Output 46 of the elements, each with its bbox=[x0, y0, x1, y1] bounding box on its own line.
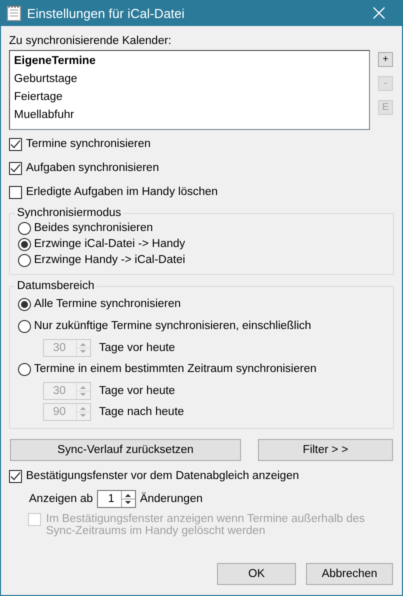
close-icon bbox=[373, 7, 385, 19]
checkbox-label: Aufgaben synchronisieren bbox=[26, 161, 159, 175]
calendar-item[interactable]: Feiertage bbox=[14, 88, 365, 106]
checkbox-label: Termine synchronisieren bbox=[26, 137, 151, 151]
filter-button[interactable]: Filter > > bbox=[258, 439, 393, 461]
list-button[interactable]: + bbox=[378, 52, 393, 67]
checkbox-label: Erledigte Aufgaben im Handy löschen bbox=[26, 185, 218, 199]
checkmark-icon bbox=[10, 162, 21, 174]
checkbox-label: Bestätigungsfenster vor dem Datenabgleich anzeigen bbox=[26, 469, 299, 483]
radio-button[interactable] bbox=[18, 222, 31, 234]
group-title: Datumsbereich bbox=[16, 279, 96, 293]
calendar-item[interactable]: Geburtstage bbox=[14, 70, 365, 88]
ok-button[interactable]: OK bbox=[217, 563, 296, 585]
checkmark-icon bbox=[10, 138, 21, 150]
radio-label: Nur zukünftige Termine synchronisieren, einschließlich bbox=[34, 319, 312, 333]
radio-label: Erzwinge iCal-Datei -> Handy bbox=[34, 237, 186, 251]
spinner-label: Tage vor heute bbox=[99, 340, 176, 354]
notepad-icon bbox=[7, 5, 21, 21]
calendar-list-label: Zu synchronisierende Kalender: bbox=[9, 34, 172, 49]
spinner-label: Tage nach heute bbox=[99, 404, 184, 418]
threshold-label: Anzeigen ab bbox=[29, 492, 93, 506]
number-spinner[interactable]: 1 bbox=[96, 490, 136, 508]
radio-label: Erzwinge Handy -> iCal-Datei bbox=[34, 253, 186, 267]
checkmark-icon bbox=[10, 470, 21, 482]
radio-button[interactable] bbox=[18, 238, 31, 250]
checkbox[interactable] bbox=[9, 138, 22, 150]
window-title: Einstellungen für iCal-Datei bbox=[27, 6, 186, 20]
radio-button[interactable] bbox=[18, 298, 31, 310]
calendar-item[interactable]: EigeneTermine bbox=[14, 52, 365, 70]
radio-button[interactable] bbox=[18, 320, 31, 332]
calendar-item[interactable]: Muellabfuhr bbox=[14, 106, 365, 124]
radio-label: Termine in einem bestimmten Zeitraum synchronisieren bbox=[34, 362, 316, 376]
group-title: Synchronisiermodus bbox=[16, 206, 122, 220]
checkbox[interactable] bbox=[9, 186, 22, 198]
checkbox[interactable] bbox=[9, 470, 22, 482]
reset-button[interactable]: Sync-Verlauf zurücksetzen bbox=[10, 439, 241, 461]
cancel-button[interactable]: Abbrechen bbox=[306, 563, 393, 585]
threshold-label: Änderungen bbox=[140, 492, 203, 506]
radio-label: Alle Termine synchronisieren bbox=[34, 297, 181, 311]
radio-button[interactable] bbox=[18, 254, 31, 266]
radio-label: Beides synchronisieren bbox=[34, 221, 153, 235]
spin-arrows-icon[interactable] bbox=[120, 490, 135, 506]
spinner-label: Tage vor heute bbox=[99, 384, 176, 398]
checkbox[interactable] bbox=[9, 162, 22, 174]
radio-button[interactable] bbox=[18, 362, 31, 376]
checkbox-label: Im Bestätigungsfenster anzeigen wenn Termine außerhalb des Sync-Zeitraums im Handy gelöscht werden bbox=[46, 513, 366, 537]
